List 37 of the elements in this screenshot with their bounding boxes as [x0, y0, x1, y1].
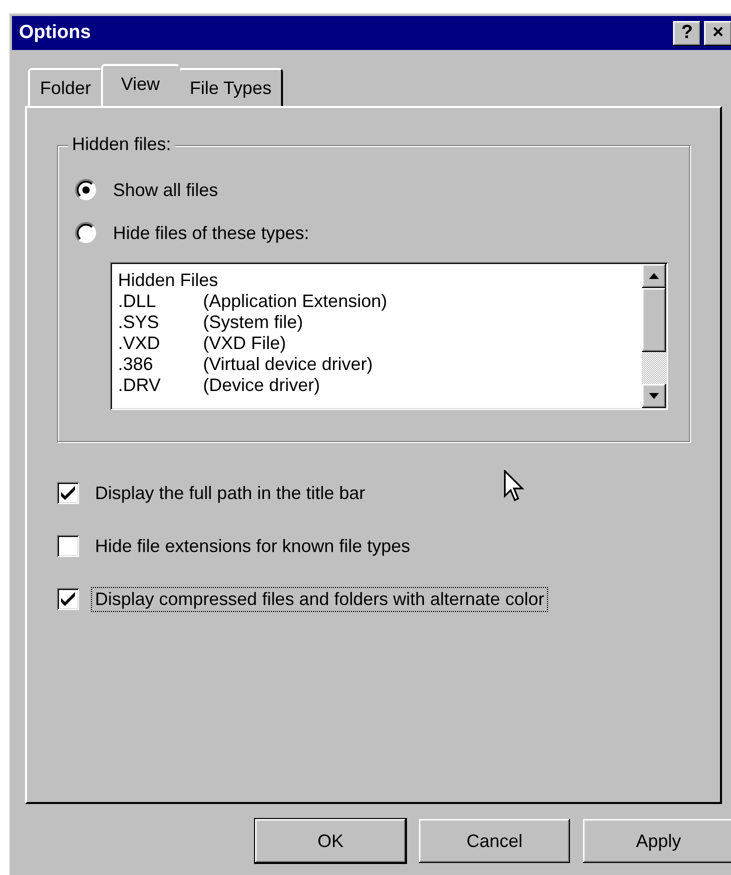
scrollbar[interactable]: [642, 264, 666, 408]
window-title: Options: [19, 22, 92, 44]
dialog-button[interactable]: Cancel: [419, 819, 570, 863]
mouse-pointer-icon: [504, 470, 524, 502]
file-extension: .DRV: [118, 375, 162, 396]
tab[interactable]: Folder: [28, 68, 104, 106]
scroll-up-button[interactable]: [642, 264, 666, 288]
tab[interactable]: View: [101, 64, 180, 106]
down-arrow-icon: [649, 393, 659, 399]
up-arrow-icon: [649, 273, 659, 279]
checkbox[interactable]: [57, 588, 79, 610]
dialog-button[interactable]: Apply: [583, 819, 731, 863]
help-button[interactable]: ?: [673, 20, 701, 46]
radio-button[interactable]: [75, 179, 97, 201]
checkbox-label[interactable]: Display the full path in the title bar: [91, 480, 370, 506]
dialog-button[interactable]: OK: [255, 819, 406, 863]
file-extension: .386: [118, 354, 154, 375]
scroll-thumb[interactable]: [642, 288, 666, 352]
checkbox[interactable]: [57, 535, 79, 557]
file-type-description: (VXD File): [203, 333, 286, 354]
checkbox-label[interactable]: Display compressed files and folders with alternate color: [91, 586, 548, 612]
list-header: Hidden Files: [118, 270, 220, 291]
radio-button[interactable]: [75, 222, 97, 244]
checkbox-label[interactable]: Hide file extensions for known file types: [91, 534, 414, 558]
scroll-down-button[interactable]: [642, 384, 666, 408]
file-type-description: (Application Extension): [203, 291, 388, 312]
file-extension: .SYS: [118, 312, 160, 333]
checkbox[interactable]: [57, 482, 79, 504]
file-type-description: (Virtual device driver): [203, 354, 373, 375]
file-extension: .VXD: [118, 333, 162, 354]
file-type-description: (Device driver): [203, 375, 320, 396]
tab[interactable]: File Types: [178, 68, 284, 106]
close-button[interactable]: ×: [704, 20, 731, 46]
radio-label[interactable]: Show all files: [109, 178, 222, 202]
file-extension: .DLL: [118, 291, 158, 312]
radio-label[interactable]: Hide files of these types:: [109, 220, 314, 246]
file-type-description: (System file): [203, 312, 304, 333]
